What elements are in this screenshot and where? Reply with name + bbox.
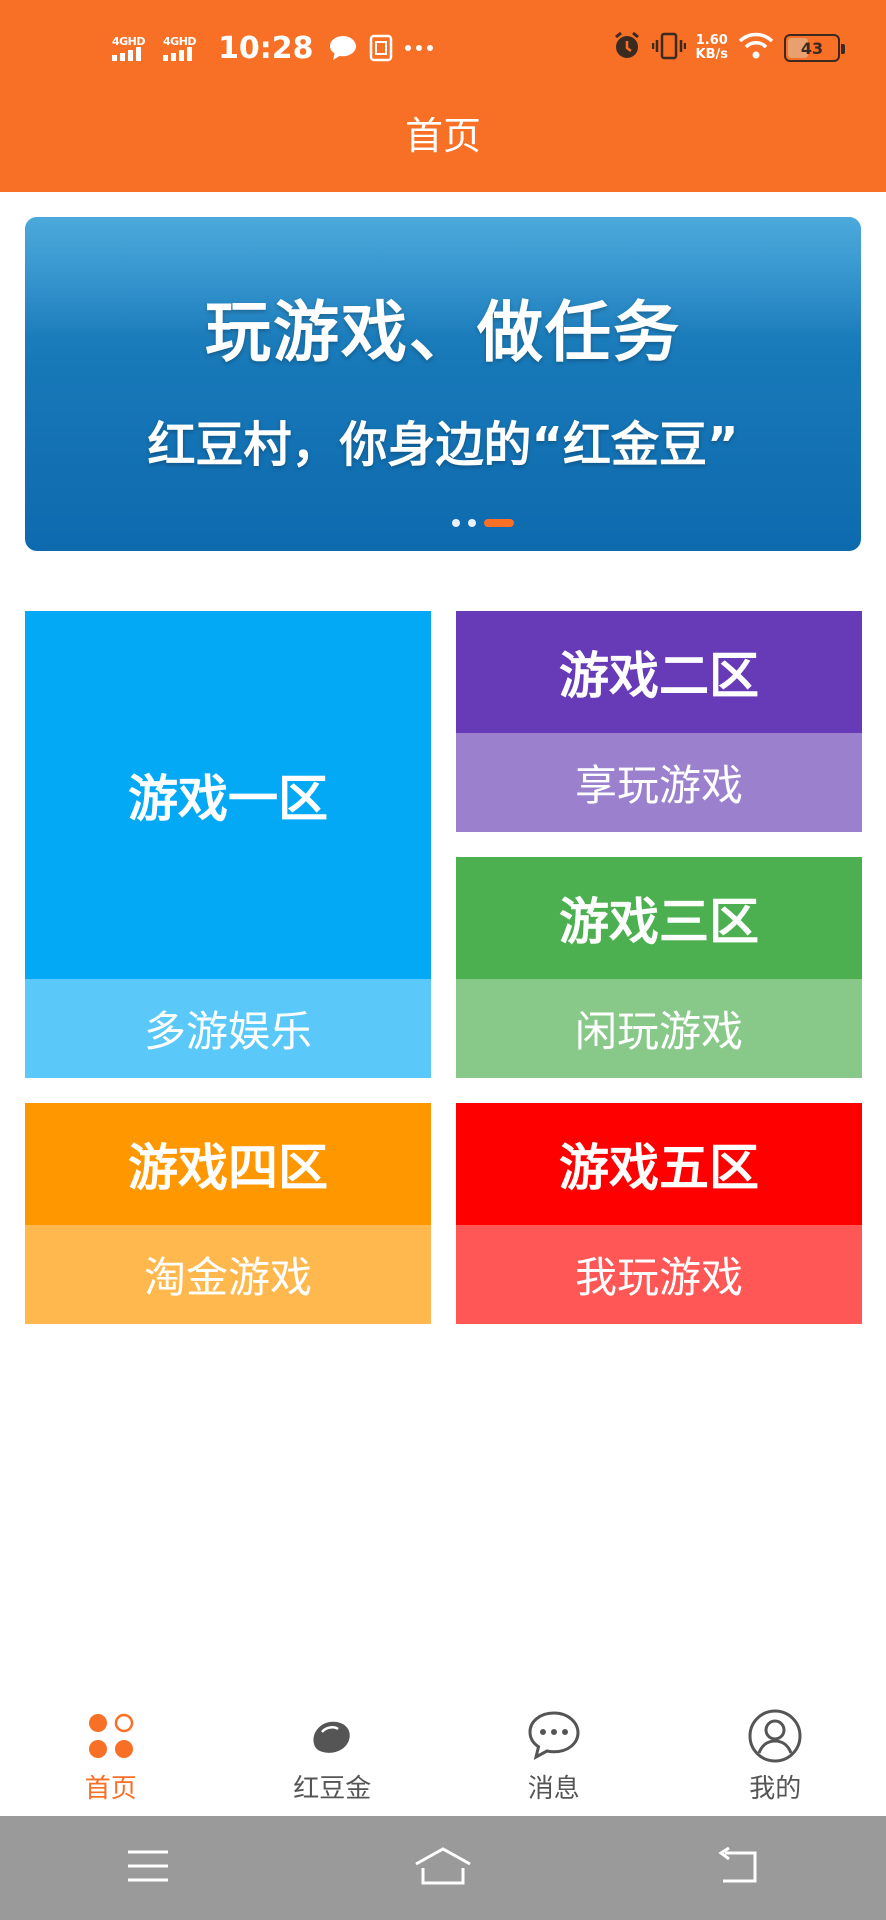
speed-value: 1.60 [695,33,728,48]
tile-title: 游戏二区 [456,611,862,733]
status-bar: 4GHD 4GHD 10:28 1.60 KB/s 43 [0,0,886,96]
carousel-dot-active[interactable] [484,519,514,527]
signal-strength-icon: 4GHD [163,34,197,61]
tile-subtitle: 多游娱乐 [25,979,431,1078]
game-zone-2-tile[interactable]: 游戏二区 享玩游戏 [456,611,862,832]
battery-level: 43 [800,38,824,58]
signal-strength-icon: 4GHD [112,34,146,61]
tab-label: 红豆金 [293,1774,372,1804]
speed-unit: KB/s [695,47,728,62]
carousel-dot[interactable] [452,519,460,527]
alarm-clock-icon [612,31,642,65]
game-zone-5-tile[interactable]: 游戏五区 我玩游戏 [456,1103,862,1324]
app-header: 4GHD 4GHD 10:28 1.60 KB/s 43 首页 [0,0,886,192]
user-circle-icon [745,1708,805,1764]
home-icon [413,1846,473,1890]
bottom-tab-bar: 首页 红豆金 消息 我的 [0,1700,886,1816]
promo-banner-carousel[interactable]: 玩游戏、做任务 红豆村，你身边的“红金豆” [25,217,861,551]
back-icon [715,1846,761,1889]
app-root: 4GHD 4GHD 10:28 1.60 KB/s 43 首页 玩游戏、做任务 … [0,0,886,1920]
system-navigation-bar [0,1816,886,1920]
tile-subtitle: 淘金游戏 [25,1225,431,1324]
clock: 10:28 [218,30,314,66]
carousel-dot[interactable] [468,519,476,527]
carousel-indicator [25,519,861,527]
signal-label: 4GHD [112,34,146,48]
sim-card-icon [368,34,394,62]
battery-icon: 43 [784,34,845,62]
tile-subtitle: 我玩游戏 [456,1225,862,1324]
status-left: 4GHD 4GHD 10:28 [112,28,434,68]
vibrate-icon [651,31,686,65]
menu-icon [126,1849,170,1887]
message-notification-icon [328,34,358,62]
home-button[interactable] [383,1828,503,1908]
game-zone-3-tile[interactable]: 游戏三区 闲玩游戏 [456,857,862,1078]
banner-subline: 红豆村，你身边的“红金豆” [147,417,739,473]
tile-title: 游戏五区 [456,1103,862,1225]
bean-icon [302,1708,362,1764]
page-title: 首页 [404,114,481,158]
tile-subtitle: 闲玩游戏 [456,979,862,1078]
home-dots-icon [81,1708,141,1764]
game-zone-1-tile[interactable]: 游戏一区 多游娱乐 [25,611,431,1078]
tab-messages[interactable]: 消息 [443,1700,665,1816]
game-zone-4-tile[interactable]: 游戏四区 淘金游戏 [25,1103,431,1324]
tab-mine[interactable]: 我的 [665,1700,886,1816]
menu-button[interactable] [88,1828,208,1908]
back-button[interactable] [678,1828,798,1908]
wifi-icon [738,32,774,64]
tile-title: 游戏一区 [25,611,431,979]
tab-label: 首页 [84,1774,137,1804]
status-right: 1.60 KB/s 43 [612,28,845,68]
banner-headline: 玩游戏、做任务 [205,294,681,371]
tab-red-bean-gold[interactable]: 红豆金 [222,1700,444,1816]
tab-label: 我的 [749,1774,802,1804]
chat-bubble-icon [524,1708,584,1764]
tile-title: 游戏四区 [25,1103,431,1225]
signal-label: 4GHD [163,34,197,48]
network-speed: 1.60 KB/s [696,34,728,62]
tile-title: 游戏三区 [456,857,862,979]
tab-label: 消息 [527,1774,580,1804]
tab-home[interactable]: 首页 [0,1700,222,1816]
tile-subtitle: 享玩游戏 [456,733,862,832]
more-notifications-icon [404,43,434,53]
